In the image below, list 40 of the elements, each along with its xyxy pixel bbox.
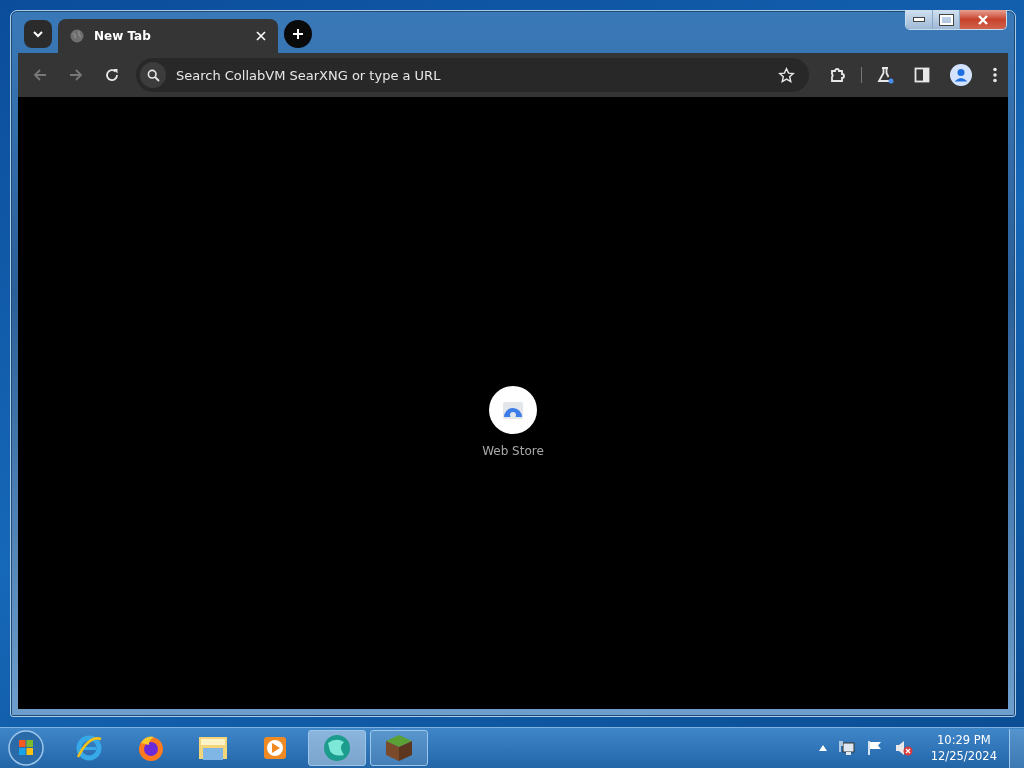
taskbar-app-button[interactable]: [370, 730, 428, 766]
puzzle-icon[interactable]: [829, 66, 847, 84]
minimize-button[interactable]: [906, 10, 933, 29]
start-button[interactable]: [8, 730, 44, 766]
grass-block-icon: [384, 733, 414, 763]
flag-icon[interactable]: [866, 740, 883, 756]
clock-time: 10:29 PM: [937, 732, 991, 748]
tab-search-button[interactable]: [24, 20, 52, 48]
shortcut-label: Web Store: [482, 444, 544, 458]
new-tab-button[interactable]: [284, 20, 312, 48]
bookmark-star-icon[interactable]: [778, 66, 795, 84]
close-button[interactable]: [960, 10, 1006, 29]
show-hidden-icons-icon[interactable]: [818, 745, 827, 751]
tab-title: New Tab: [94, 29, 152, 43]
close-icon: [977, 14, 989, 25]
forward-icon[interactable]: [68, 67, 84, 83]
menu-icon[interactable]: [992, 67, 998, 83]
muted-speaker-icon[interactable]: [894, 740, 913, 756]
address-field[interactable]: Search CollabVM SearXNG or type a URL: [174, 66, 770, 84]
plus-icon: [292, 28, 304, 40]
globe-icon: [322, 733, 352, 763]
back-icon[interactable]: [32, 67, 48, 83]
reload-icon[interactable]: [104, 67, 120, 83]
browser-tab[interactable]: New Tab: [58, 19, 278, 53]
globe-icon: [70, 29, 84, 43]
play-icon: [261, 734, 289, 762]
address-bar[interactable]: Search CollabVM SearXNG or type a URL: [136, 58, 809, 92]
network-icon[interactable]: [838, 740, 855, 756]
flask-icon[interactable]: [876, 66, 894, 84]
maximize-button[interactable]: [933, 10, 960, 29]
clock[interactable]: 10:29 PM 12/25/2024: [930, 732, 997, 764]
web-store-icon[interactable]: [489, 386, 537, 434]
close-icon[interactable]: [256, 31, 266, 41]
search-icon: [146, 68, 160, 82]
clock-date: 12/25/2024: [930, 748, 997, 764]
letter-e-icon: [74, 733, 104, 763]
caret-icon: [32, 30, 44, 38]
profile-avatar-icon[interactable]: [950, 64, 972, 86]
show-desktop-button[interactable]: [1009, 728, 1024, 768]
side-panel-icon[interactable]: [914, 67, 930, 83]
